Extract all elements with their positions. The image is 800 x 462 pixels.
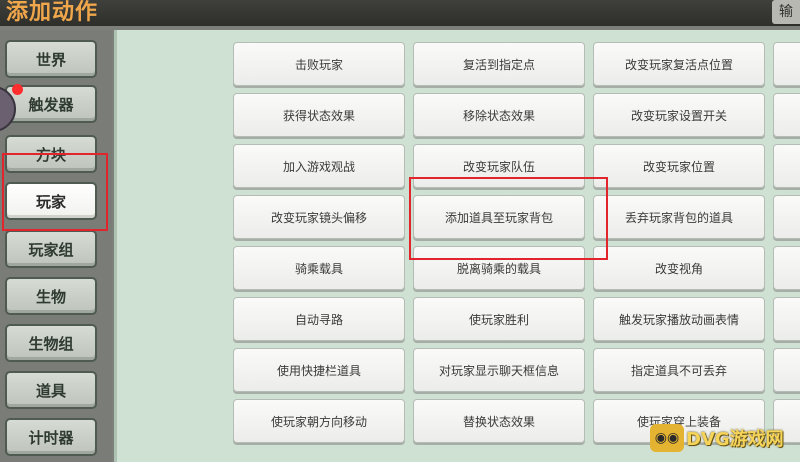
sidebar-item-player-group[interactable]: 玩家组	[5, 230, 97, 268]
action-defeat-player[interactable]: 击败玩家	[233, 42, 405, 86]
action-change-respawn-point[interactable]: 改变玩家复活点位置	[593, 42, 765, 86]
window-title: 添加动作	[6, 0, 99, 25]
action-auto-pathfind[interactable]: 自动寻路	[233, 297, 405, 341]
action-replace-status-effect[interactable]: 替换状态效果	[413, 399, 585, 443]
action-change-view[interactable]: 改变视角	[593, 246, 765, 290]
action-move-in-direction[interactable]: 使玩家朝方向移动	[233, 399, 405, 443]
action-item-undroppable[interactable]: 指定道具不可丢弃	[593, 348, 765, 392]
action-drop-backpack-item[interactable]: 丢弃玩家背包的道具	[593, 195, 765, 239]
action-col4-cell[interactable]	[773, 297, 800, 341]
input-tab[interactable]: 输	[772, 0, 800, 24]
action-change-team[interactable]: 改变玩家队伍	[413, 144, 585, 188]
sidebar-item-block[interactable]: 方块	[5, 135, 97, 173]
action-player-win[interactable]: 使玩家胜利	[413, 297, 585, 341]
action-change-player-setting[interactable]: 改变玩家设置开关	[593, 93, 765, 137]
action-dismount-vehicle[interactable]: 脱离骑乘的载具	[413, 246, 585, 290]
action-col4-cell[interactable]	[773, 93, 800, 137]
action-change-position[interactable]: 改变玩家位置	[593, 144, 765, 188]
action-show-chat-message[interactable]: 对玩家显示聊天框信息	[413, 348, 585, 392]
action-col4-cell[interactable]	[773, 144, 800, 188]
action-remove-status-effect[interactable]: 移除状态效果	[413, 93, 585, 137]
sidebar-item-player[interactable]: 玩家	[5, 182, 97, 220]
action-respawn-at-point[interactable]: 复活到指定点	[413, 42, 585, 86]
notification-dot	[12, 84, 23, 95]
action-col4-cell[interactable]	[773, 195, 800, 239]
action-col4-cell[interactable]	[773, 348, 800, 392]
gamepad-icon: ◉◉	[650, 424, 684, 452]
action-col4-cell[interactable]	[773, 42, 800, 86]
action-col4-cell[interactable]	[773, 246, 800, 290]
action-change-camera-offset[interactable]: 改变玩家镜头偏移	[233, 195, 405, 239]
action-add-item-to-backpack[interactable]: 添加道具至玩家背包	[413, 195, 585, 239]
action-use-hotbar-item[interactable]: 使用快捷栏道具	[233, 348, 405, 392]
sidebar-item-item[interactable]: 道具	[5, 371, 97, 409]
sidebar-item-creature[interactable]: 生物	[5, 277, 97, 315]
action-play-emote[interactable]: 触发玩家播放动画表情	[593, 297, 765, 341]
title-bar: 添加动作 输	[0, 0, 800, 26]
sidebar-item-creature-group[interactable]: 生物组	[5, 324, 97, 362]
action-gain-status-effect[interactable]: 获得状态效果	[233, 93, 405, 137]
action-ride-vehicle[interactable]: 骑乘载具	[233, 246, 405, 290]
watermark-text: DVG游戏网	[686, 429, 784, 450]
sidebar-item-world[interactable]: 世界	[5, 40, 97, 78]
action-join-spectate[interactable]: 加入游戏观战	[233, 144, 405, 188]
sidebar-item-timer[interactable]: 计时器	[5, 418, 97, 456]
